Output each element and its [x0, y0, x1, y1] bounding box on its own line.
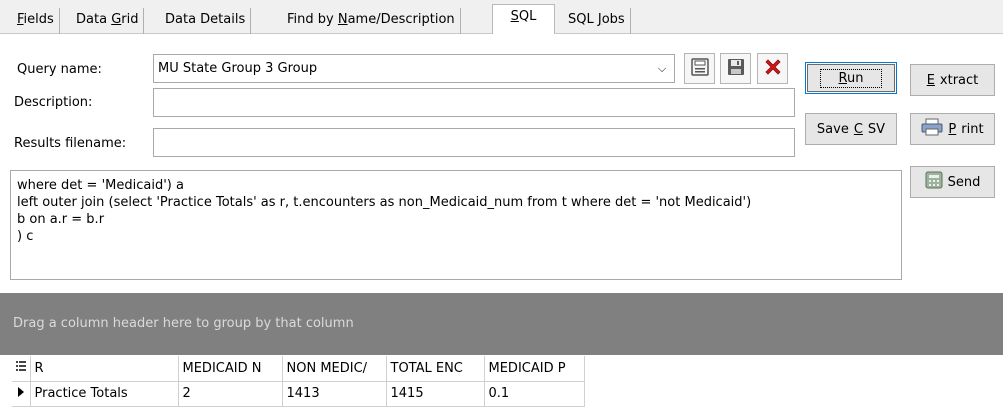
group-by-panel[interactable]: Drag a column header here to group by th…: [0, 293, 1003, 355]
tab-bar: Fields Data Grid Data Details Find by Na…: [0, 0, 1003, 35]
send-label: Send: [947, 174, 981, 190]
save-csv-button[interactable]: Save C SV: [805, 113, 897, 145]
query-name-value: MU State Group 3 Group: [158, 61, 318, 76]
tab-sql-jobs[interactable]: SQL Jobs: [563, 8, 631, 34]
column-header-r[interactable]: R: [29, 356, 179, 382]
column-chooser-icon[interactable]: [12, 356, 31, 382]
row-indicator-icon: [12, 380, 31, 407]
delete-x-icon: [762, 56, 784, 82]
description-label: Description:: [14, 95, 93, 110]
print-button[interactable]: Print: [910, 113, 995, 145]
column-header-non-medicaid[interactable]: NON MEDIC/: [281, 356, 387, 382]
results-grid: R MEDICAID N NON MEDIC/ TOTAL ENC MEDICA…: [0, 355, 1003, 410]
query-name-label: Query name:: [17, 62, 102, 77]
delete-query-button[interactable]: [757, 53, 788, 84]
tab-fields[interactable]: Fields: [12, 8, 60, 34]
save-icon: [690, 57, 710, 81]
tab-data-grid[interactable]: Data Grid: [71, 8, 145, 34]
group-by-hint: Drag a column header here to group by th…: [13, 316, 354, 331]
table-cell[interactable]: 1413: [281, 380, 387, 407]
extract-button[interactable]: Extract: [910, 64, 995, 96]
query-name-combo[interactable]: MU State Group 3 Group ⌵: [153, 54, 675, 83]
tab-data-details[interactable]: Data Details: [160, 8, 252, 34]
save-query-button[interactable]: [684, 53, 715, 84]
table-cell[interactable]: 2: [177, 380, 283, 407]
table-row[interactable]: Practice Totals 2 1413 1415 0.1: [12, 380, 585, 407]
sql-editor[interactable]: where det = 'Medicaid') a left outer joi…: [10, 170, 902, 280]
tab-find-by-name[interactable]: Find by Name/Description: [282, 8, 461, 34]
description-input[interactable]: [153, 88, 795, 117]
table-cell[interactable]: 0.1: [483, 380, 585, 407]
run-button[interactable]: Run: [805, 62, 897, 94]
column-header-medicaid-n[interactable]: MEDICAID N: [177, 356, 283, 382]
printer-icon: [921, 118, 943, 140]
send-icon: [925, 171, 943, 193]
column-header-total-enc[interactable]: TOTAL ENC: [385, 356, 485, 382]
send-button[interactable]: Send: [910, 166, 995, 198]
results-filename-input[interactable]: [153, 128, 795, 157]
table-cell[interactable]: Practice Totals: [29, 380, 179, 407]
chevron-down-icon[interactable]: ⌵: [654, 55, 670, 82]
table-cell[interactable]: 1415: [385, 380, 485, 407]
results-filename-label: Results filename:: [14, 136, 127, 151]
column-header-medicaid-p[interactable]: MEDICAID P: [483, 356, 585, 382]
save-as-query-button[interactable]: [720, 53, 751, 84]
grid-header-row: R MEDICAID N NON MEDIC/ TOTAL ENC MEDICA…: [12, 356, 585, 382]
tab-sql[interactable]: SQL: [492, 4, 555, 35]
floppy-disk-icon: [726, 57, 746, 81]
